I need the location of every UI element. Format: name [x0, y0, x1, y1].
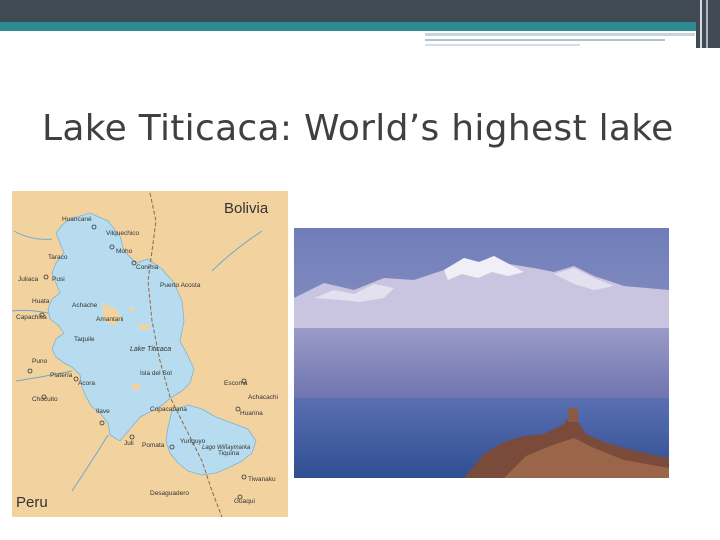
map-place: Escoma [224, 380, 248, 387]
decorative-rule [425, 33, 695, 36]
map-place: Capachica [16, 314, 47, 321]
map-label-lake: Lake Titicaca [130, 346, 171, 353]
photo-haze [294, 328, 669, 400]
map-place: Taquile [74, 336, 95, 343]
map-place: Puno [32, 358, 48, 365]
map-place: Tiquina [218, 450, 239, 457]
map-place: Platería [50, 372, 73, 379]
map-place: Moho [116, 248, 133, 255]
map-island [131, 384, 141, 390]
photo-cairn [568, 408, 578, 422]
map-place: Pomata [142, 442, 165, 449]
map-place: Guaqui [234, 498, 255, 505]
map-place: Taraco [48, 254, 68, 261]
map-place: Huata [32, 298, 50, 305]
slide-title: Lake Titicaca: World’s highest lake [42, 108, 674, 149]
map-label-bolivia: Bolivia [224, 200, 269, 217]
map-place: Achacachi [248, 394, 278, 401]
map-place: Huarina [240, 410, 263, 417]
map-place: Acora [78, 380, 95, 387]
map-place: Isla del Sol [140, 370, 172, 377]
map-island [138, 324, 150, 330]
map-place: Amantani [96, 316, 123, 323]
map-place: Huancané [62, 216, 92, 223]
map-place: Achache [72, 302, 98, 309]
map-place: Juliaca [18, 276, 39, 283]
map-place: Desaguadero [150, 490, 189, 497]
header-right-stripe [706, 0, 708, 48]
lake-photo [294, 228, 669, 478]
map-place: Copacabana [150, 406, 187, 413]
map-label-peru: Peru [16, 494, 48, 511]
map-place: Pusi [52, 276, 65, 283]
map-place: Conima [136, 264, 159, 271]
map-place: Juli [124, 440, 134, 447]
map-place: Ilave [96, 408, 110, 415]
map-place: Chucuito [32, 396, 58, 403]
map-place: Vilquechico [106, 230, 140, 237]
map-place: Puerto Acosta [160, 282, 201, 289]
header-bar-dark [0, 0, 720, 22]
header-right-stripe [700, 0, 702, 48]
lake-map: Bolivia Peru Lake Titicaca Lago Wiñaymar… [12, 191, 288, 517]
map-place: Yunguyo [180, 438, 206, 445]
decorative-rule [425, 44, 580, 46]
header-bar-teal [0, 22, 720, 31]
decorative-rule [425, 39, 665, 41]
map-island [129, 307, 135, 311]
map-place: Tiwanaku [248, 476, 276, 483]
